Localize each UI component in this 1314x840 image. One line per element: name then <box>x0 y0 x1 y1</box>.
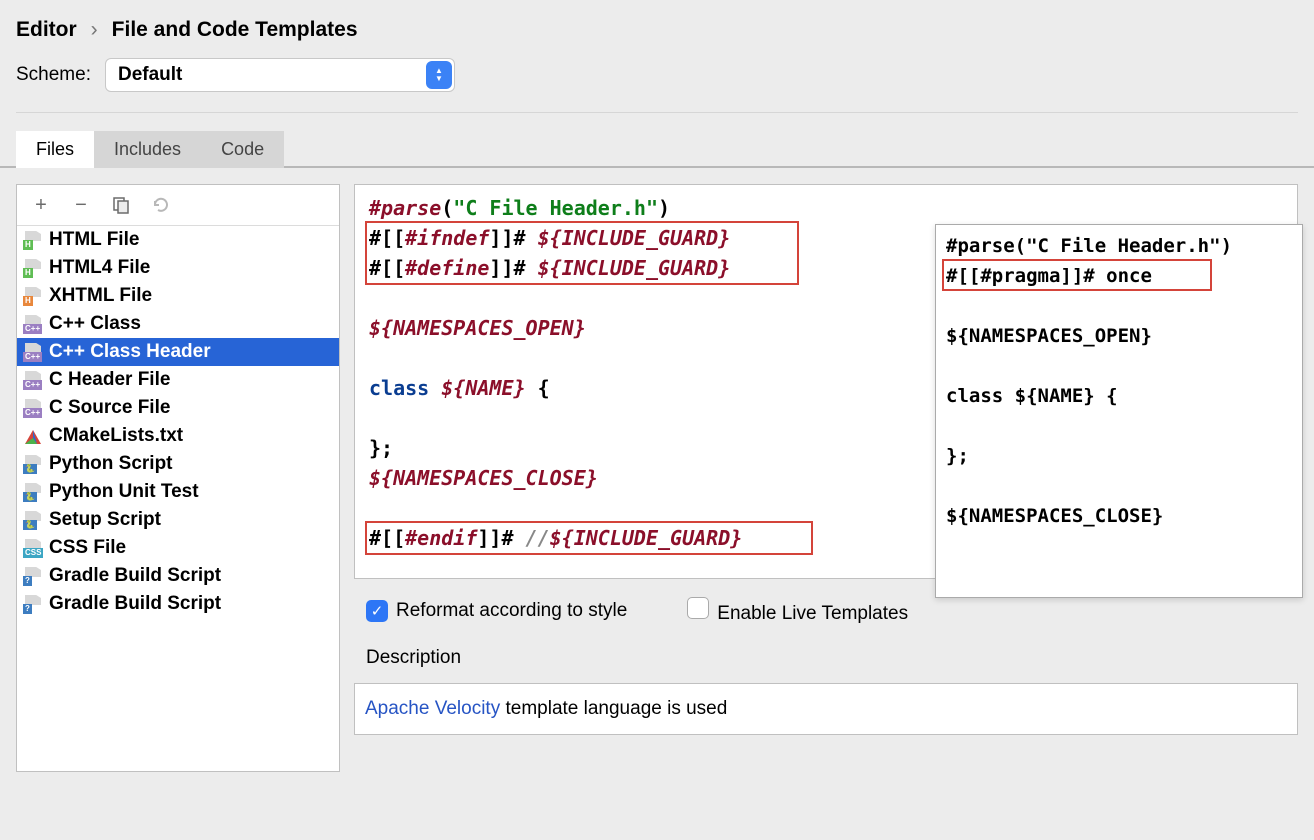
file-item[interactable]: CSS CSS File <box>17 534 339 562</box>
highlight-box-3 <box>942 259 1212 291</box>
file-item[interactable]: 🐍 Python Script <box>17 450 339 478</box>
file-item[interactable]: C++ C++ Class <box>17 310 339 338</box>
file-icon: 🐍 <box>23 483 43 501</box>
file-item[interactable]: H HTML4 File <box>17 254 339 282</box>
code-parse: #parse <box>369 196 441 220</box>
file-icon: H <box>23 231 43 249</box>
description-box: Apache Velocity template language is use… <box>354 683 1298 735</box>
file-item[interactable]: C++ C++ Class Header <box>17 338 339 366</box>
file-icon: 🐍 <box>23 455 43 473</box>
file-icon: H <box>23 287 43 305</box>
file-name: C Source File <box>49 397 170 419</box>
file-name: CSS File <box>49 537 126 559</box>
file-item[interactable]: C++ C Source File <box>17 394 339 422</box>
file-icon: C++ <box>23 343 43 361</box>
main-area: #parse("C File Header.h") #[[#ifndef]]# … <box>354 184 1298 772</box>
file-icon: C++ <box>23 315 43 333</box>
tab-code[interactable]: Code <box>201 131 284 168</box>
code-preview-after: #parse("C File Header.h") #[[#pragma]]# … <box>935 224 1303 598</box>
tab-files[interactable]: Files <box>16 131 94 168</box>
file-item[interactable]: H HTML File <box>17 226 339 254</box>
file-name: HTML File <box>49 229 139 251</box>
file-item[interactable]: C++ C Header File <box>17 366 339 394</box>
live-templates-check[interactable]: Enable Live Templates <box>687 597 908 625</box>
file-icon: CSS <box>23 539 43 557</box>
file-item[interactable]: ? Gradle Build Script <box>17 590 339 618</box>
revert-icon <box>151 195 171 215</box>
breadcrumb-separator: › <box>91 18 98 42</box>
file-name: Python Script <box>49 453 173 475</box>
file-item[interactable]: 🐍 Python Unit Test <box>17 478 339 506</box>
file-name: Gradle Build Script <box>49 593 221 615</box>
file-icon: ? <box>23 595 43 613</box>
file-name: Gradle Build Script <box>49 565 221 587</box>
file-name: XHTML File <box>49 285 152 307</box>
file-name: C Header File <box>49 369 170 391</box>
file-item[interactable]: H XHTML File <box>17 282 339 310</box>
file-name: CMakeLists.txt <box>49 425 183 447</box>
file-icon: C++ <box>23 399 43 417</box>
ns-close: ${NAMESPACES_CLOSE} <box>369 466 598 490</box>
content-area: + − HHTML FileHHTML4 FileHXHTML FileC++C… <box>0 168 1314 788</box>
scheme-value: Default <box>118 64 182 86</box>
file-name: C++ Class <box>49 313 141 335</box>
copy-icon <box>112 196 130 214</box>
scheme-label: Scheme: <box>16 64 91 86</box>
cmake-icon <box>23 427 43 445</box>
file-name: HTML4 File <box>49 257 150 279</box>
file-icon: H <box>23 259 43 277</box>
tab-includes[interactable]: Includes <box>94 131 201 168</box>
ns-open: ${NAMESPACES_OPEN} <box>369 316 586 340</box>
copy-button[interactable] <box>111 195 131 215</box>
highlight-box-2 <box>365 521 813 555</box>
add-button[interactable]: + <box>31 195 51 215</box>
file-icon: C++ <box>23 371 43 389</box>
scheme-row: Scheme: Default ▲▼ <box>0 56 1314 112</box>
file-item[interactable]: CMakeLists.txt <box>17 422 339 450</box>
tabs: Files Includes Code <box>0 113 1314 168</box>
description-label: Description <box>354 643 1298 673</box>
file-name: Setup Script <box>49 509 161 531</box>
template-sidebar: + − HHTML FileHHTML4 FileHXHTML FileC++C… <box>16 184 340 772</box>
code-str: "C File Header.h" <box>453 196 658 220</box>
file-list[interactable]: HHTML FileHHTML4 FileHXHTML FileC++C++ C… <box>17 226 339 771</box>
file-icon: ? <box>23 567 43 585</box>
breadcrumb-parent[interactable]: Editor <box>16 18 77 42</box>
velocity-link[interactable]: Apache Velocity <box>365 698 500 719</box>
breadcrumb: Editor › File and Code Templates <box>0 0 1314 56</box>
file-item[interactable]: 🐍 Setup Script <box>17 506 339 534</box>
file-name: C++ Class Header <box>49 341 211 363</box>
select-arrows-icon: ▲▼ <box>426 61 452 89</box>
highlight-box-1 <box>365 221 799 285</box>
file-item[interactable]: ? Gradle Build Script <box>17 562 339 590</box>
scheme-select[interactable]: Default ▲▼ <box>105 58 455 92</box>
revert-button[interactable] <box>151 195 171 215</box>
file-name: Python Unit Test <box>49 481 199 503</box>
sidebar-toolbar: + − <box>17 185 339 226</box>
remove-button[interactable]: − <box>71 195 91 215</box>
file-icon: 🐍 <box>23 511 43 529</box>
breadcrumb-current: File and Code Templates <box>112 18 358 42</box>
checkbox-unchecked-icon <box>687 597 709 619</box>
